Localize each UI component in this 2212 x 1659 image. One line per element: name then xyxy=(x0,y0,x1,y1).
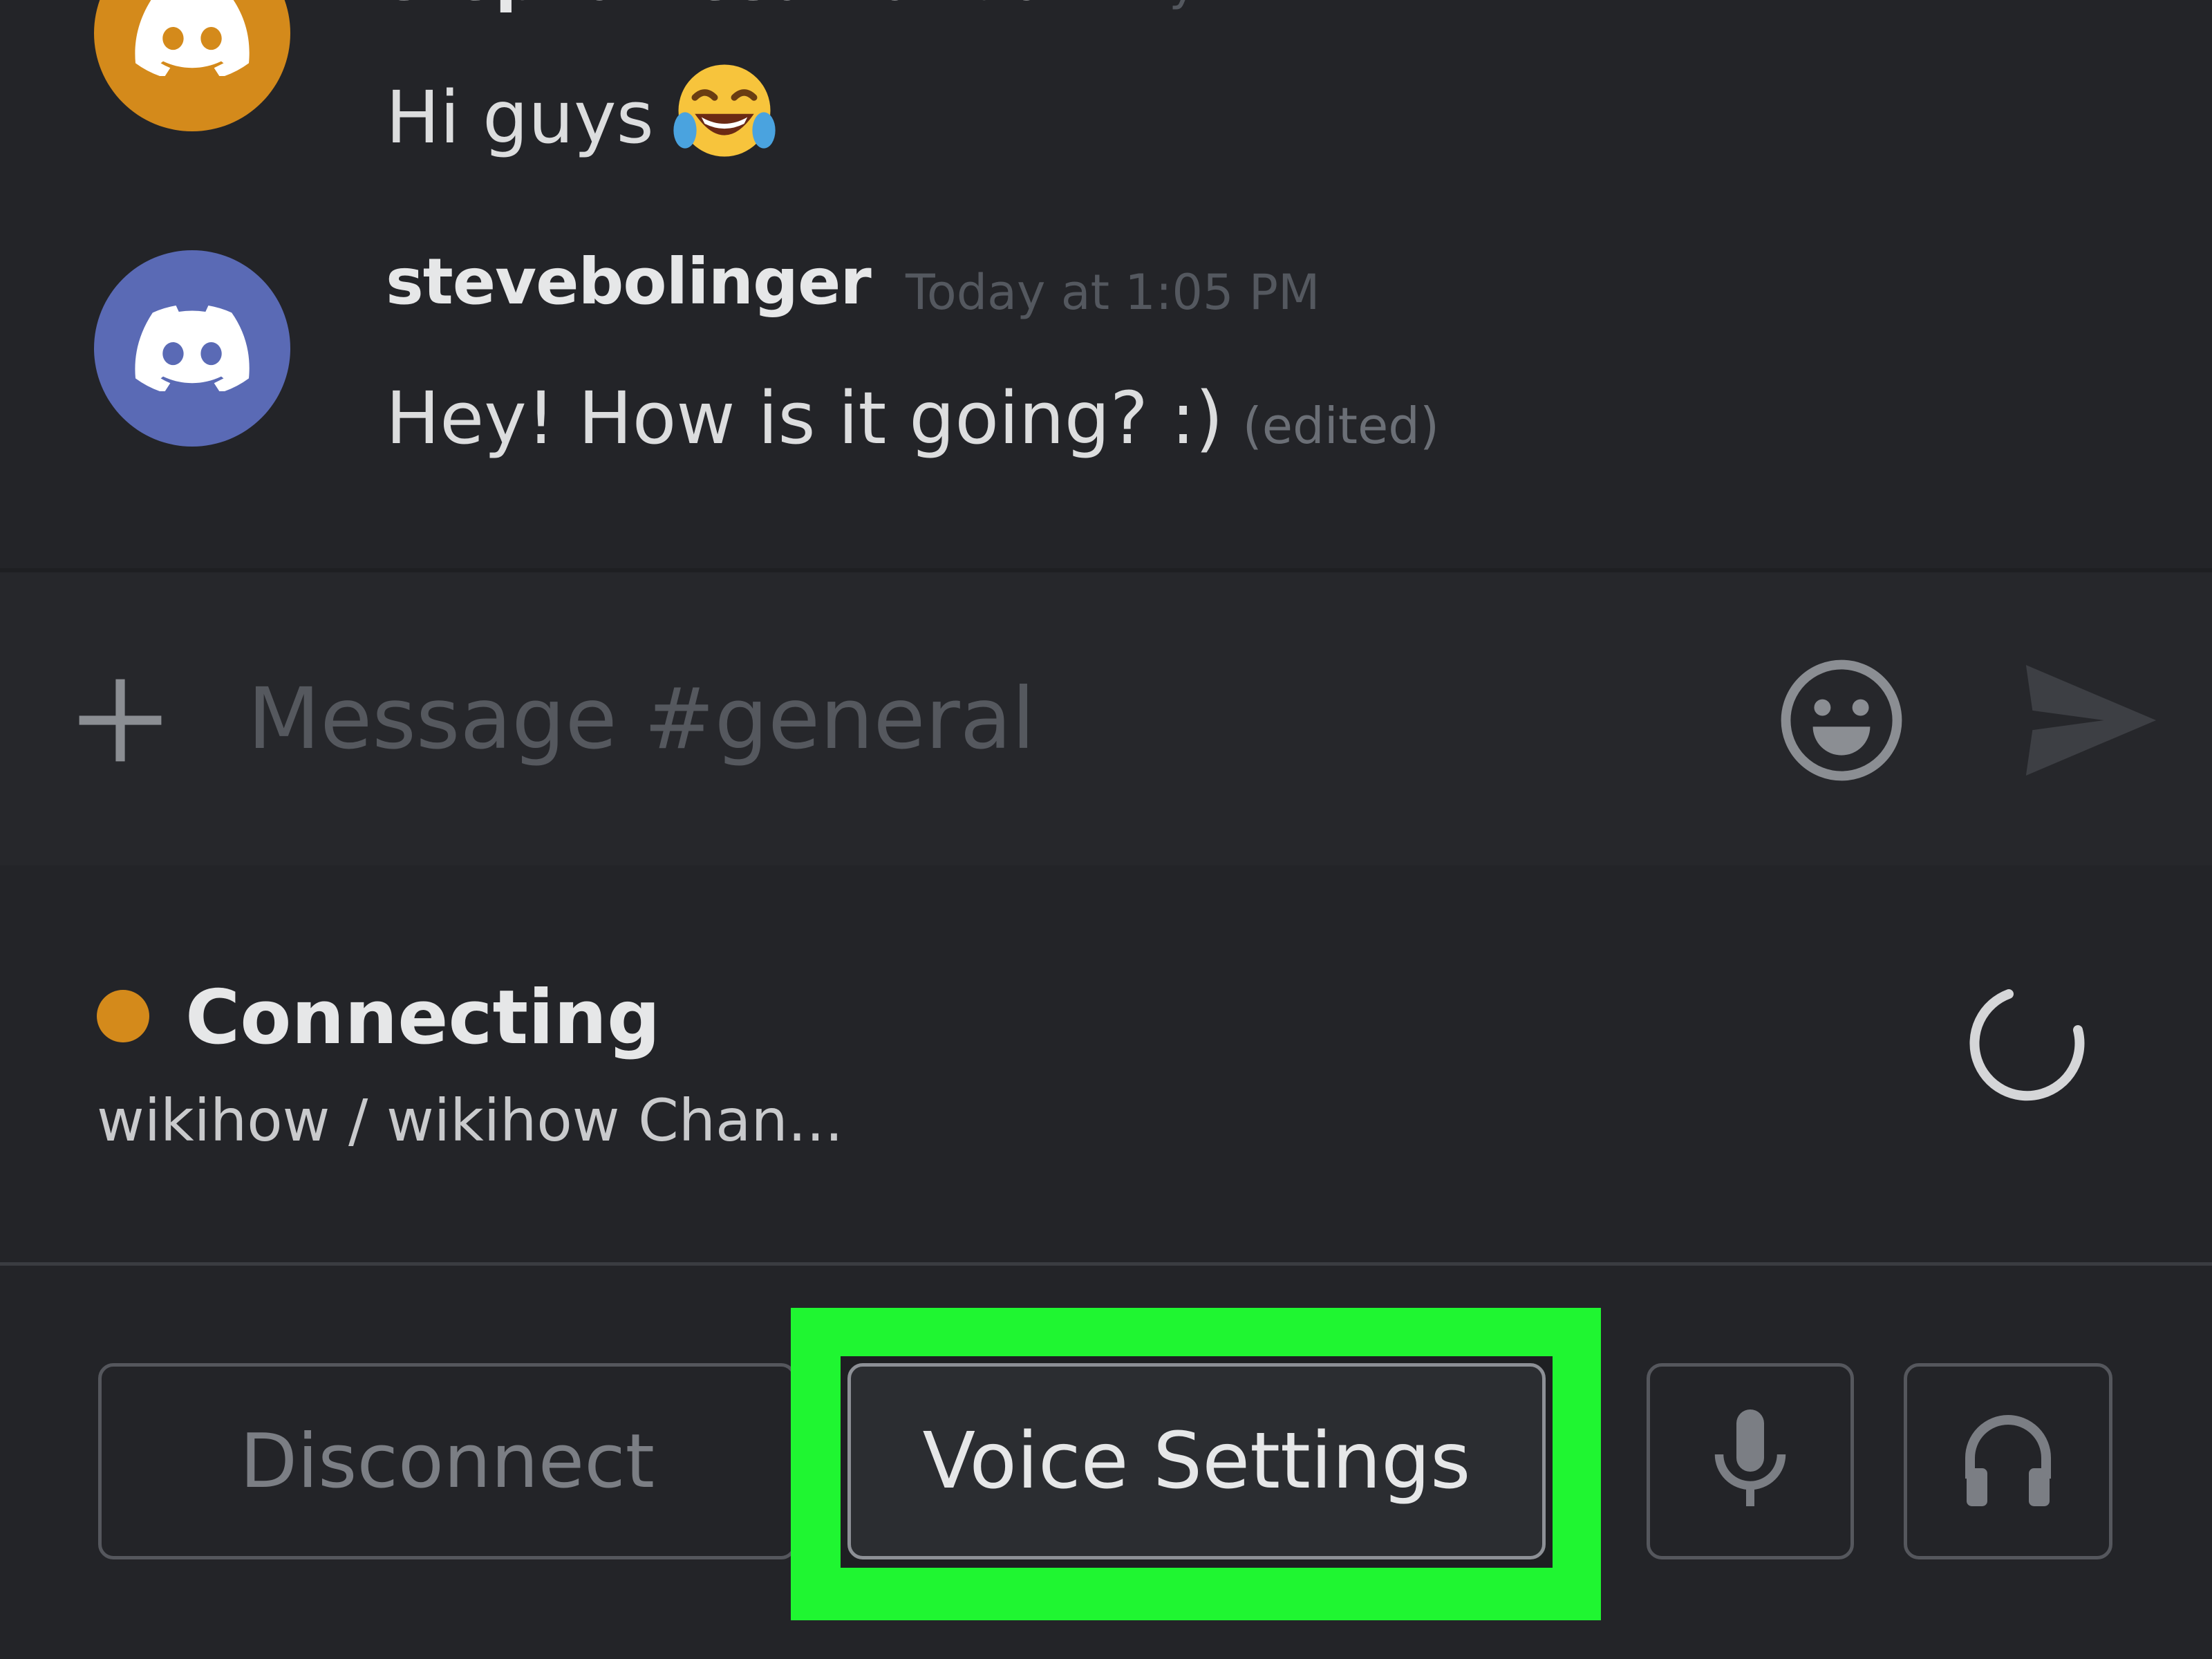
avatar[interactable] xyxy=(94,250,290,447)
loading-spinner-icon xyxy=(1969,989,2085,1101)
discord-logo-icon xyxy=(135,0,250,76)
voice-status-panel xyxy=(0,865,2212,1262)
message-body: Hi guys xyxy=(386,75,654,160)
disconnect-button[interactable]: Disconnect xyxy=(98,1363,796,1559)
connecting-status-dot xyxy=(97,990,149,1042)
plus-icon[interactable] xyxy=(75,675,166,766)
smiley-icon[interactable] xyxy=(1778,657,1905,784)
mute-microphone-button[interactable] xyxy=(1647,1363,1854,1559)
headphones-icon xyxy=(1965,1415,2051,1506)
deafen-button[interactable] xyxy=(1904,1363,2112,1559)
message-text: Hey! How is it going? :) (edited) xyxy=(386,376,1439,460)
voice-status-label: Connecting xyxy=(185,975,661,1061)
microphone-icon xyxy=(1714,1409,1786,1506)
message-body: Hey! How is it going? :) xyxy=(386,376,1224,460)
message-timestamp: Today at 1:05 PM xyxy=(906,264,1320,321)
send-icon[interactable] xyxy=(2025,665,2157,776)
message-list: stephaniesamanda Today at 1:04 PM Hi guy… xyxy=(0,0,2212,568)
discord-logo-icon xyxy=(135,306,250,391)
edited-label: (edited) xyxy=(1242,397,1440,455)
message-author[interactable]: stevebolinger xyxy=(386,245,872,319)
message-input[interactable] xyxy=(247,657,1699,781)
joy-emoji-icon xyxy=(673,64,776,157)
voice-channel-path[interactable]: wikihow / wikihow Chan... xyxy=(97,1087,843,1154)
avatar[interactable] xyxy=(94,0,290,131)
message-author[interactable]: stephaniesamanda xyxy=(386,0,1054,15)
message-timestamp: Today at 1:04 PM xyxy=(1058,0,1472,11)
discord-chat-screen: stephaniesamanda Today at 1:04 PM Hi guy… xyxy=(0,0,2212,1659)
message-text: Hi guys xyxy=(386,58,777,163)
voice-settings-button[interactable]: Voice Settings xyxy=(847,1363,1546,1559)
